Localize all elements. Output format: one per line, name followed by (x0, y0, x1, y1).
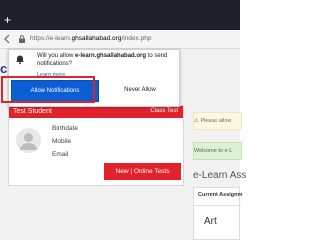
mobile-label: Mobile (52, 138, 72, 145)
notification-question: Will you allow e-learn.ghsallahabad.org … (37, 53, 168, 67)
student-name: Test Student (13, 108, 52, 115)
allow-button-highlight-frame (1, 76, 95, 103)
new-online-tests-button[interactable]: New | Online Tests (104, 163, 181, 180)
birthdate-label: Birthdate (52, 125, 79, 132)
student-card-header: Test Student Class Test (9, 106, 183, 118)
url-domain: ghsallahabad.org (71, 35, 122, 42)
user-avatar-icon (16, 128, 41, 153)
current-assignments-heading: Current Assignm (198, 192, 243, 198)
warning-icon: ⚠ (194, 118, 199, 124)
panel-divider (194, 205, 241, 206)
address-bar[interactable]: https://e-learn.ghsallahabad.org/index.p… (0, 30, 240, 49)
assignment-subject[interactable]: Art (204, 216, 217, 227)
bell-icon (14, 53, 26, 65)
browser-tab-strip: + (0, 0, 240, 30)
url-text[interactable]: https://e-learn.ghsallahabad.org/index.p… (30, 35, 151, 42)
plus-icon[interactable]: + (4, 14, 11, 26)
welcome-alert: Welcome to e-L (193, 142, 242, 160)
class-label: Class Test (150, 108, 178, 114)
never-allow-button[interactable]: Never Allow (105, 83, 175, 97)
allow-notice-alert: ⚠ Please allow (193, 112, 242, 130)
assignments-section-title: e-Learn Ass (193, 170, 247, 181)
email-label: Email (52, 151, 69, 158)
back-arrow-icon[interactable] (2, 33, 12, 45)
current-assignments-panel: Current Assignm Art (193, 187, 243, 240)
padlock-icon (18, 35, 26, 43)
student-profile-card: Test Student Class Test Birthdate Mobile… (8, 105, 184, 186)
